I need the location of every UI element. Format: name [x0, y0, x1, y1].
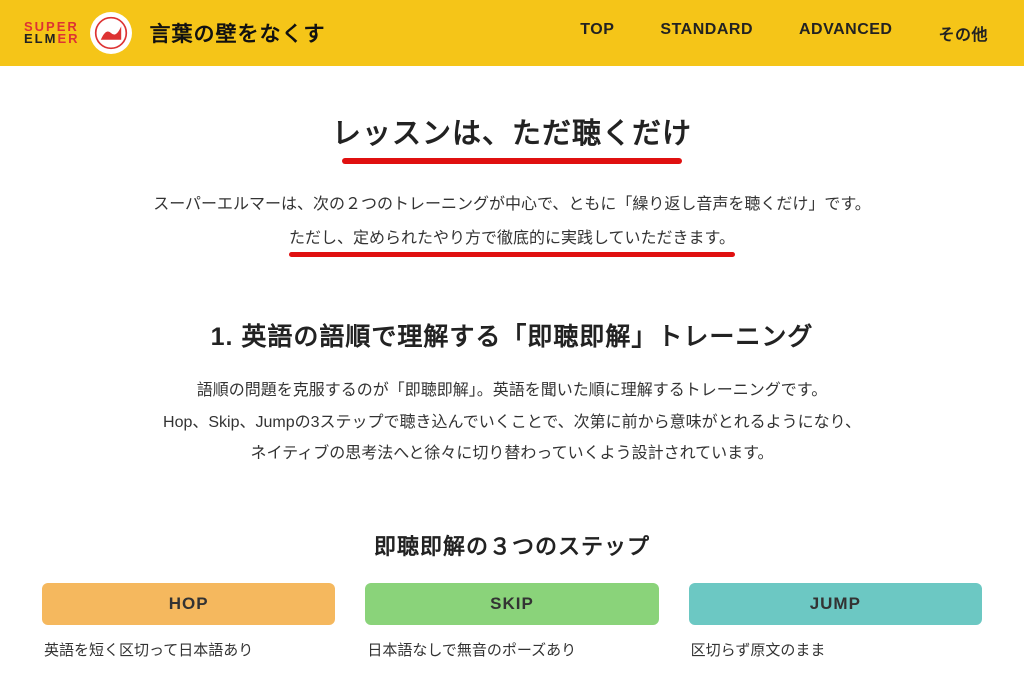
nav: TOP STANDARD ADVANCED その他 [580, 21, 1000, 45]
steps-heading: 即聴即解の３つのステップ [40, 529, 984, 561]
intro-line-1: スーパーエルマーは、次の２つのトレーニングが中心で、ともに「繰り返し音声を聴くだ… [40, 190, 984, 220]
step-skip-desc: 日本語なしで無音のポーズあり [365, 639, 658, 660]
section1-heading: 1. 英語の語順で理解する「即聴即解」トレーニング [40, 317, 984, 353]
step-jump: JUMP 区切らず原文のまま [689, 583, 982, 660]
tagline: 言葉の壁をなくす [150, 18, 326, 48]
steps-row: HOP 英語を短く区切って日本語あり SKIP 日本語なしで無音のポーズあり J… [42, 583, 982, 660]
logo-icon [90, 12, 132, 54]
nav-top[interactable]: TOP [580, 21, 614, 45]
section1-p3: ネイティブの思考法へと徐々に切り替わっていくよう設計されています。 [40, 438, 984, 469]
step-jump-badge: JUMP [689, 583, 982, 625]
logo[interactable]: SUPER ELMER [24, 12, 132, 54]
step-hop-desc: 英語を短く区切って日本語あり [42, 639, 335, 660]
title-underline [342, 158, 682, 164]
page-title: レッスンは、ただ聴くだけ [332, 110, 692, 152]
section1-p1: 語順の問題を克服するのが「即聴即解」。英語を聞いた順に理解するトレーニングです。 [40, 375, 984, 406]
intro-line-2: ただし、定められたやり方で徹底的に実践していただきます。 [289, 224, 735, 248]
logo-text: SUPER ELMER [24, 21, 80, 44]
step-skip-badge: SKIP [365, 583, 658, 625]
nav-advanced[interactable]: ADVANCED [799, 21, 892, 45]
nav-other[interactable]: その他 [938, 21, 988, 45]
step-hop-badge: HOP [42, 583, 335, 625]
step-hop: HOP 英語を短く区切って日本語あり [42, 583, 335, 660]
main-content: レッスンは、ただ聴くだけ スーパーエルマーは、次の２つのトレーニングが中心で、と… [0, 66, 1024, 690]
intro-underline [289, 252, 735, 257]
nav-standard[interactable]: STANDARD [660, 21, 753, 45]
section1-p2: Hop、Skip、Jumpの3ステップで聴き込んでいくことで、次第に前から意味が… [40, 407, 984, 438]
header: SUPER ELMER 言葉の壁をなくす TOP STANDARD ADVANC… [0, 0, 1024, 66]
step-skip: SKIP 日本語なしで無音のポーズあり [365, 583, 658, 660]
step-jump-desc: 区切らず原文のまま [689, 639, 982, 660]
intro-line-2-wrap: ただし、定められたやり方で徹底的に実践していただきます。 [289, 224, 735, 257]
